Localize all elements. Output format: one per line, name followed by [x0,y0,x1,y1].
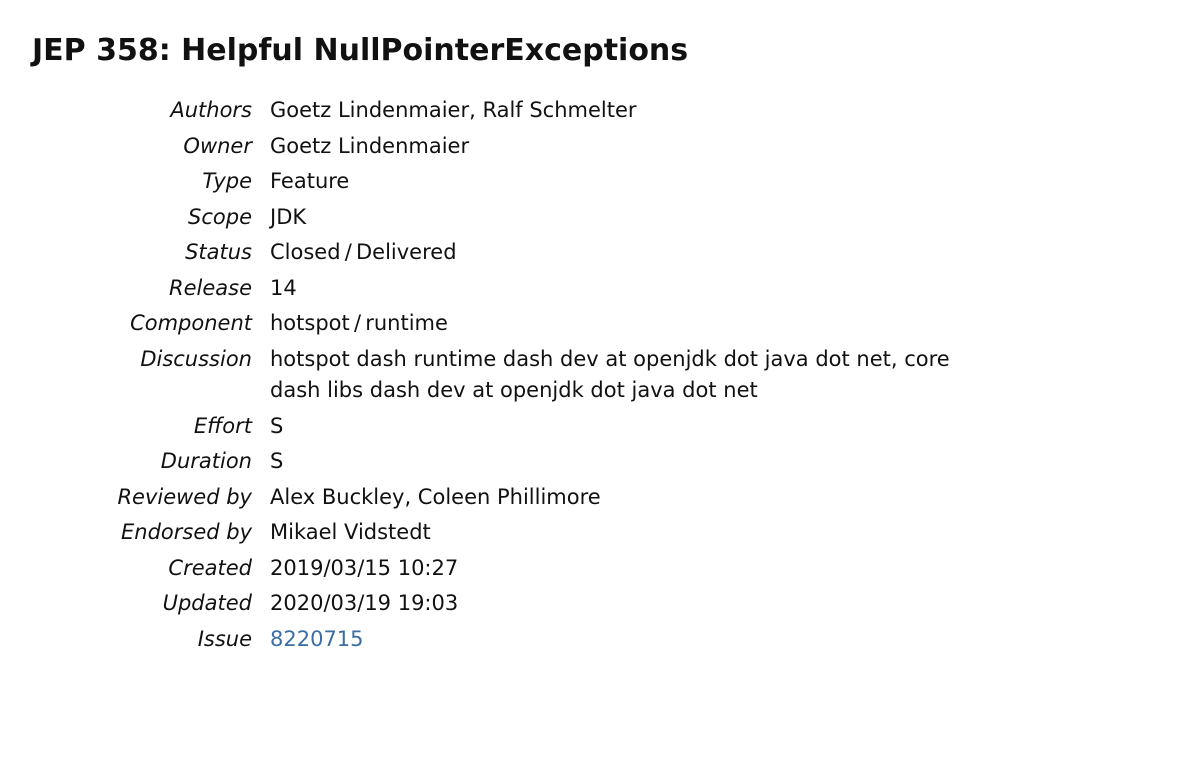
effort-value: S [270,409,990,445]
endorsed-by-label: Endorsed by [72,515,270,551]
scope-value: JDK [270,200,990,236]
scope-label: Scope [72,200,270,236]
status-label: Status [72,235,270,271]
created-label: Created [72,551,270,587]
authors-value: Goetz Lindenmaier, Ralf Schmelter [270,93,990,129]
component-label: Component [72,306,270,342]
release-label: Release [72,271,270,307]
discussion-label: Discussion [72,342,270,409]
type-value: Feature [270,164,990,200]
effort-label: Effort [72,409,270,445]
issue-link[interactable]: 8220715 [270,627,364,651]
status-value: Closed / Delivered [270,235,990,271]
duration-value: S [270,444,990,480]
owner-value: Goetz Lindenmaier [270,129,990,165]
reviewed-by-label: Reviewed by [72,480,270,516]
created-value: 2019/03/15 10:27 [270,551,990,587]
issue-label: Issue [72,622,270,658]
type-label: Type [72,164,270,200]
reviewed-by-value: Alex Buckley, Coleen Phillimore [270,480,990,516]
duration-label: Duration [72,444,270,480]
endorsed-by-value: Mikael Vidstedt [270,515,990,551]
metadata-table: Authors Goetz Lindenmaier, Ralf Schmelte… [72,93,990,657]
authors-label: Authors [72,93,270,129]
component-value: hotspot / runtime [270,306,990,342]
updated-value: 2020/03/19 19:03 [270,586,990,622]
page-title: JEP 358: Helpful NullPointerExceptions [32,28,1172,73]
updated-label: Updated [72,586,270,622]
discussion-value: hotspot dash runtime dash dev at openjdk… [270,342,990,409]
owner-label: Owner [72,129,270,165]
release-value: 14 [270,271,990,307]
